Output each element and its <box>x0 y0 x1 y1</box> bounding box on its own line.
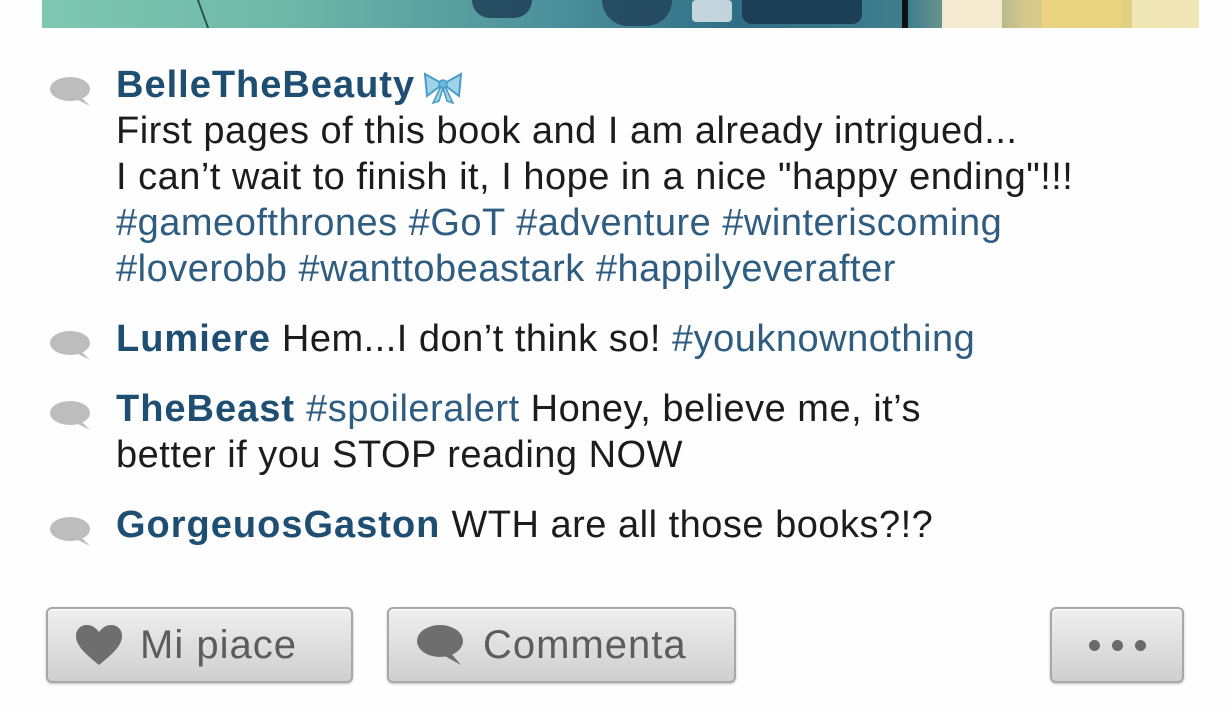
comment-text: First pages of this book and I am alread… <box>116 110 1018 152</box>
comment-hashtags[interactable]: #loverobb #wanttobeastark #happilyeveraf… <box>116 246 1191 292</box>
comment-text: Honey, believe me, it’s <box>519 388 921 430</box>
comment-button[interactable]: Commenta <box>387 607 736 683</box>
comment-username[interactable]: BelleTheBeauty <box>116 64 415 106</box>
comment-item: Lumiere Hem...I don’t think so! #youknow… <box>0 316 1231 362</box>
comment-text: I can’t wait to finish it, I hope in a n… <box>116 156 1074 198</box>
comment-bubble-icon <box>50 331 90 360</box>
comment-list: BelleTheBeauty First pages of this book … <box>0 62 1231 548</box>
comment-text: Hem...I don’t think so! <box>281 318 672 360</box>
comment-username[interactable]: Lumiere <box>116 318 271 360</box>
comment-bubble-icon <box>50 77 90 106</box>
comment-username[interactable]: TheBeast <box>116 388 295 430</box>
comment-text: better if you STOP reading NOW <box>116 434 683 476</box>
heart-icon <box>76 625 122 665</box>
comment-item: BelleTheBeauty First pages of this book … <box>0 62 1231 292</box>
more-dots-icon <box>1088 639 1146 651</box>
comment-button-label: Commenta <box>483 622 687 667</box>
comment-username[interactable]: GorgeuosGaston <box>116 504 440 546</box>
post-photo[interactable] <box>42 0 1199 28</box>
comment-item: TheBeast #spoileralert Honey, believe me… <box>0 386 1231 478</box>
comment-hashtag[interactable]: #spoileralert <box>306 388 520 430</box>
comment-bubble-icon <box>50 517 90 546</box>
comment-bubble-icon <box>50 401 90 430</box>
ribbon-bow-icon <box>423 72 463 104</box>
more-options-button[interactable] <box>1050 607 1184 683</box>
post-view: BelleTheBeauty First pages of this book … <box>0 0 1231 710</box>
comment-item: GorgeuosGaston WTH are all those books?!… <box>0 502 1231 548</box>
comment-hashtags[interactable]: #gameofthrones #GoT #adventure #winteris… <box>116 200 1191 246</box>
comment-text: WTH are all those books?!? <box>451 504 934 546</box>
like-button[interactable]: Mi piace <box>46 607 353 683</box>
comment-hashtag[interactable]: #youknownothing <box>672 318 975 360</box>
speech-bubble-icon <box>417 625 463 665</box>
like-button-label: Mi piace <box>140 622 297 667</box>
